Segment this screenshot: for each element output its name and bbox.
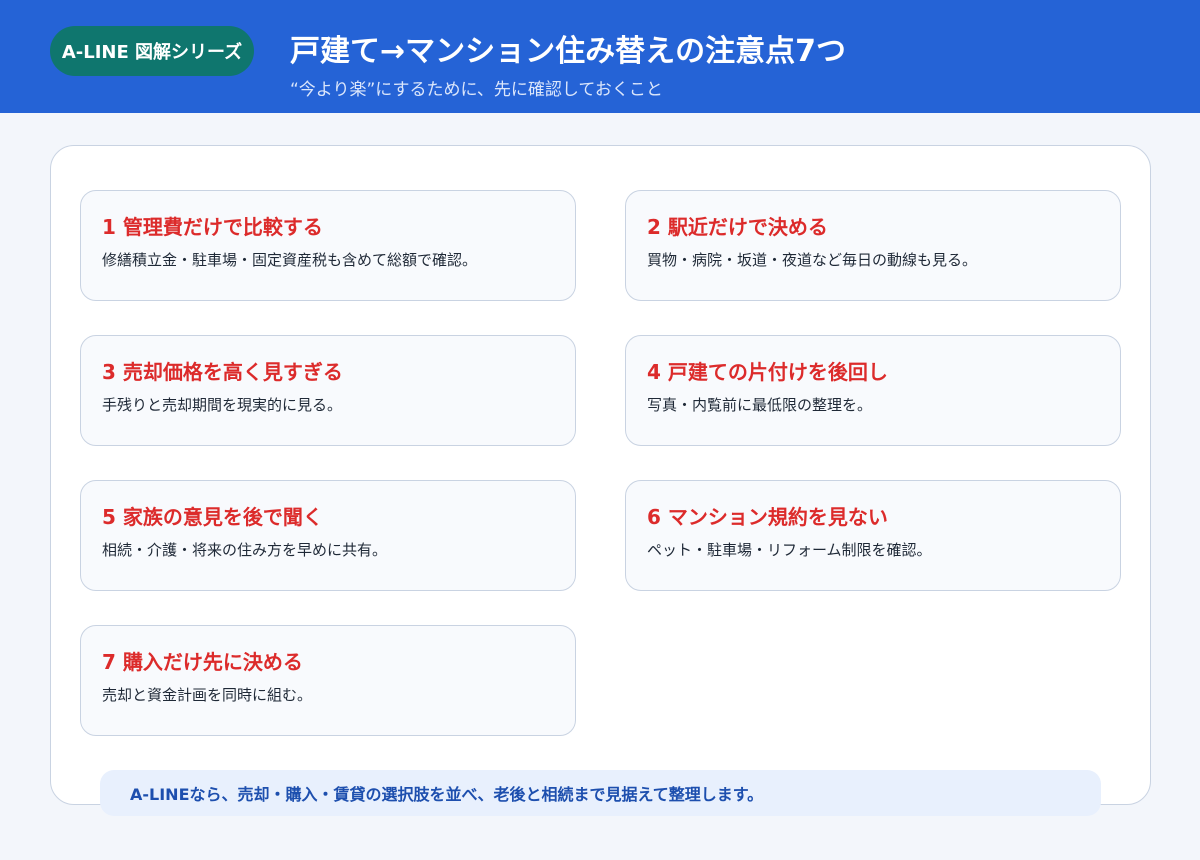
point-card-6: 6 マンション規約を見ない ペット・駐車場・リフォーム制限を確認。 bbox=[625, 480, 1121, 591]
point-card-title: 4 戸建ての片付けを後回し bbox=[647, 360, 888, 384]
header-banner: A-LINE 図解シリーズ 戸建て→マンション住み替えの注意点7つ “今より楽”… bbox=[0, 0, 1200, 113]
point-card-description: 売却と資金計画を同時に組む。 bbox=[102, 686, 313, 704]
page-subtitle: “今より楽”にするために、先に確認しておくこと bbox=[290, 80, 663, 100]
point-card-title: 7 購入だけ先に決める bbox=[102, 650, 303, 674]
point-card-1: 1 管理費だけで比較する 修繕積立金・駐車場・固定資産税も含めて総額で確認。 bbox=[80, 190, 576, 301]
point-card-3: 3 売却価格を高く見すぎる 手残りと売却期間を現実的に見る。 bbox=[80, 335, 576, 446]
point-card-description: 写真・内覧前に最低限の整理を。 bbox=[647, 396, 873, 414]
point-card-description: 買物・病院・坂道・夜道など毎日の動線も見る。 bbox=[647, 251, 978, 269]
point-card-2: 2 駅近だけで決める 買物・病院・坂道・夜道など毎日の動線も見る。 bbox=[625, 190, 1121, 301]
page-title: 戸建て→マンション住み替えの注意点7つ bbox=[290, 34, 847, 69]
point-card-title: 1 管理費だけで比較する bbox=[102, 215, 323, 239]
point-card-title: 2 駅近だけで決める bbox=[647, 215, 828, 239]
point-card-description: ペット・駐車場・リフォーム制限を確認。 bbox=[647, 541, 932, 559]
footer-note: A-LINEなら、売却・購入・賃貸の選択肢を並べ、老後と相続まで見据えて整理しま… bbox=[100, 770, 1101, 816]
point-card-description: 手残りと売却期間を現実的に見る。 bbox=[102, 396, 343, 414]
point-card-title: 3 売却価格を高く見すぎる bbox=[102, 360, 343, 384]
series-badge: A-LINE 図解シリーズ bbox=[50, 26, 254, 76]
point-card-description: 相続・介護・将来の住み方を早めに共有。 bbox=[102, 541, 388, 559]
point-card-5: 5 家族の意見を後で聞く 相続・介護・将来の住み方を早めに共有。 bbox=[80, 480, 576, 591]
point-card-title: 6 マンション規約を見ない bbox=[647, 505, 888, 529]
point-card-4: 4 戸建ての片付けを後回し 写真・内覧前に最低限の整理を。 bbox=[625, 335, 1121, 446]
point-card-title: 5 家族の意見を後で聞く bbox=[102, 505, 323, 529]
point-card-7: 7 購入だけ先に決める 売却と資金計画を同時に組む。 bbox=[80, 625, 576, 736]
point-card-description: 修繕積立金・駐車場・固定資産税も含めて総額で確認。 bbox=[102, 251, 478, 269]
